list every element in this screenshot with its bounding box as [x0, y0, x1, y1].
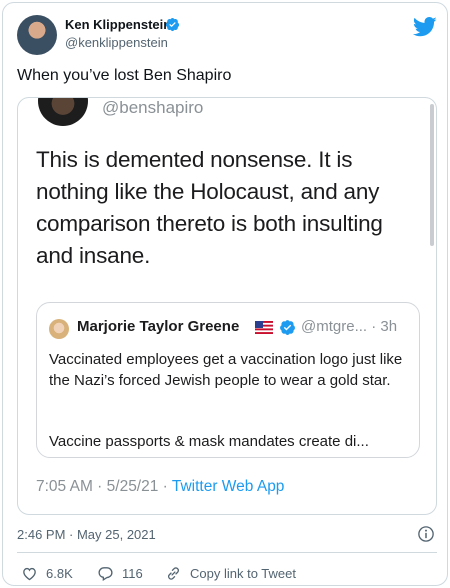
- greene-handle: @mtgre... · 3h: [301, 318, 398, 335]
- tweet-card: Ken Klippenstein @kenklippenstein When y…: [2, 2, 448, 586]
- author-name[interactable]: Ken Klippenstein: [65, 17, 171, 32]
- divider: [17, 552, 437, 553]
- shapiro-avatar: [38, 98, 88, 126]
- author-avatar[interactable]: [17, 15, 57, 55]
- shapiro-handle: @benshapiro: [102, 98, 204, 117]
- us-flag-icon: [255, 321, 273, 334]
- tweet-text: When you’ve lost Ben Shapiro: [17, 67, 232, 84]
- shapiro-meta-app: Twitter Web App: [171, 478, 285, 495]
- copy-link-label: Copy link to Tweet: [190, 565, 296, 581]
- reply-icon: [98, 566, 113, 581]
- reply-button[interactable]: 116: [97, 564, 143, 582]
- verified-icon: [280, 320, 295, 335]
- quote-text-2: Vaccine passports & mask mandates create…: [49, 433, 369, 450]
- greene-name: Marjorie Taylor Greene: [77, 318, 240, 335]
- heart-icon: [23, 567, 36, 580]
- twitter-bird-icon[interactable]: [413, 17, 437, 37]
- info-icon[interactable]: [417, 525, 435, 543]
- shapiro-text: This is demented nonsense. It is nothing…: [36, 147, 383, 268]
- embedded-screenshot[interactable]: @benshapiro This is demented nonsense. I…: [17, 97, 437, 515]
- shapiro-meta-time: 7:05 AM · 5/25/21 ·: [36, 478, 172, 495]
- verified-icon: [165, 17, 180, 32]
- tweet-timestamp[interactable]: 2:46 PM · May 25, 2021: [17, 527, 156, 542]
- author-handle[interactable]: @kenklippenstein: [65, 35, 168, 50]
- quote-text-1: Vaccinated employees get a vaccination l…: [49, 351, 403, 389]
- reply-count: 116: [122, 565, 143, 581]
- shapiro-meta: 7:05 AM · 5/25/21 · Twitter Web App: [36, 478, 284, 496]
- copy-link-button[interactable]: Copy link to Tweet: [165, 564, 296, 582]
- like-count: 6.8K: [46, 565, 73, 581]
- like-button[interactable]: 6.8K: [21, 564, 73, 582]
- link-icon: [168, 566, 179, 580]
- greene-avatar: [49, 319, 69, 339]
- scrollbar: [430, 104, 434, 246]
- quoted-tweet: Marjorie Taylor Greene @mtgre... · 3h Va…: [36, 302, 420, 458]
